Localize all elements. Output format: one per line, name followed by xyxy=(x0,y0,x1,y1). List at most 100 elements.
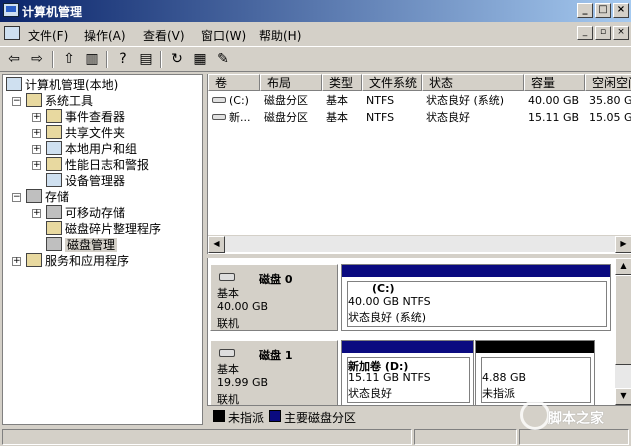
disk-graphical-view: 磁盘 0 基本 40.00 GB 联机 (C:) 40.00 GB NTFS 状… xyxy=(207,258,631,405)
tree-item-storage[interactable]: 存储 xyxy=(26,189,69,205)
column-volume[interactable]: 卷 xyxy=(208,74,260,91)
status-segment xyxy=(414,429,517,445)
storage-icon xyxy=(26,189,42,203)
toolbar-separator xyxy=(52,51,54,68)
column-capacity[interactable]: 容量 xyxy=(524,74,585,91)
defrag-icon xyxy=(46,221,62,235)
column-filesystem[interactable]: 文件系统 xyxy=(362,74,422,91)
help-topics-icon[interactable]: ? xyxy=(113,50,133,69)
forward-icon[interactable]: ⇨ xyxy=(27,50,47,69)
tree-item-disk-defragmenter[interactable]: 磁盘碎片整理程序 xyxy=(46,221,161,237)
scroll-thumb[interactable] xyxy=(615,275,631,365)
minimize-button[interactable]: _ xyxy=(577,3,593,18)
expand-toggle[interactable]: + xyxy=(32,113,41,122)
partition-name: (C:) xyxy=(372,282,395,295)
scroll-left-icon[interactable]: ◀ xyxy=(208,236,225,253)
help-icon[interactable]: ✎ xyxy=(213,50,233,69)
menu-view[interactable]: 查看(V) xyxy=(143,27,185,44)
disk-state: 联机 xyxy=(217,393,239,405)
drive-icon xyxy=(212,114,226,120)
refresh-icon[interactable]: ↻ xyxy=(167,50,187,69)
scroll-up-icon[interactable]: ▲ xyxy=(615,258,631,275)
child-restore-button[interactable]: ▫ xyxy=(595,26,611,40)
menu-window[interactable]: 窗口(W) xyxy=(201,27,246,44)
maximize-button[interactable]: □ xyxy=(595,3,611,18)
legend-swatch-primary xyxy=(269,410,281,422)
expand-toggle[interactable]: + xyxy=(32,209,41,218)
volume-list: 卷 布局 类型 文件系统 状态 容量 空闲空间 (C:) 磁盘分区 基本 NTF… xyxy=(207,74,631,254)
disk-name: 磁盘 1 xyxy=(259,349,293,362)
menu-action[interactable]: 操作(A) xyxy=(84,27,126,44)
expand-toggle[interactable]: + xyxy=(32,161,41,170)
legend-label-primary: 主要磁盘分区 xyxy=(284,411,357,425)
disk-size: 40.00 GB xyxy=(217,300,269,313)
properties-icon[interactable]: ▦ xyxy=(190,50,210,69)
partition-status: 状态良好 xyxy=(348,387,392,400)
show-action-pane-icon[interactable]: ▤ xyxy=(136,50,156,69)
toolbar: ⇦ ⇨ ⇧ ▥ ? ▤ ↻ ▦ ✎ xyxy=(0,46,631,72)
disk-icon xyxy=(219,349,235,357)
watermark-logo xyxy=(520,400,550,430)
child-minimize-button[interactable]: _ xyxy=(577,26,593,40)
tree-item-system-tools[interactable]: 系统工具 xyxy=(26,93,93,109)
expand-toggle[interactable]: + xyxy=(32,145,41,154)
volume-list-header: 卷 布局 类型 文件系统 状态 容量 空闲空间 xyxy=(208,74,631,91)
horizontal-scrollbar[interactable]: ◀ ▶ xyxy=(208,235,631,253)
tree-item-local-users-groups[interactable]: 本地用户和组 xyxy=(46,141,137,157)
column-free-space[interactable]: 空闲空间 xyxy=(585,74,631,91)
partition-c[interactable]: (C:) 40.00 GB NTFS 状态良好 (系统) xyxy=(341,264,611,331)
vertical-scrollbar[interactable]: ▲ ▼ xyxy=(615,258,631,405)
expand-toggle[interactable]: + xyxy=(32,129,41,138)
disk-state: 联机 xyxy=(217,317,239,330)
menu-bar: 文件(F) 操作(A) 查看(V) 窗口(W) 帮助(H) _ ▫ × xyxy=(0,22,631,46)
column-status[interactable]: 状态 xyxy=(422,74,524,91)
scroll-right-icon[interactable]: ▶ xyxy=(615,236,631,253)
disk-0-info[interactable]: 磁盘 0 基本 40.00 GB 联机 xyxy=(210,264,338,331)
volume-row[interactable]: (C:) 磁盘分区 基本 NTFS 状态良好 (系统) 40.00 GB 35.… xyxy=(208,92,631,109)
tree-item-device-manager[interactable]: 设备管理器 xyxy=(46,173,125,189)
disk-kind: 基本 xyxy=(217,287,239,300)
menu-help[interactable]: 帮助(H) xyxy=(259,27,301,44)
computer-management-icon xyxy=(3,3,19,17)
tree-item-shared-folders[interactable]: 共享文件夹 xyxy=(46,125,125,141)
expand-toggle[interactable]: + xyxy=(12,257,21,266)
up-folder-icon[interactable]: ⇧ xyxy=(59,50,79,69)
disk-1-info[interactable]: 磁盘 1 基本 19.99 GB 联机 xyxy=(210,340,338,405)
console-icon[interactable] xyxy=(4,26,20,40)
partition-d[interactable]: 新加卷 (D:) 15.11 GB NTFS 状态良好 xyxy=(341,340,474,405)
tree-item-removable-storage[interactable]: 可移动存储 xyxy=(46,205,125,221)
computer-management-window: 计算机管理 _ □ × 文件(F) 操作(A) 查看(V) 窗口(W) 帮助(H… xyxy=(0,0,631,446)
scroll-down-icon[interactable]: ▼ xyxy=(615,388,631,405)
tree-item-disk-management[interactable]: 磁盘管理 xyxy=(46,237,118,253)
collapse-toggle[interactable]: − xyxy=(12,97,21,106)
child-close-button[interactable]: × xyxy=(613,26,629,40)
tree-item-computer-management[interactable]: 计算机管理(本地) xyxy=(6,77,118,93)
tools-icon xyxy=(26,93,42,107)
disk-kind: 基本 xyxy=(217,363,239,376)
computer-icon xyxy=(6,77,22,91)
volume-row[interactable]: 新... 磁盘分区 基本 NTFS 状态良好 15.11 GB 15.05 GB xyxy=(208,109,631,126)
menu-file[interactable]: 文件(F) xyxy=(28,27,68,44)
disk-size: 19.99 GB xyxy=(217,376,269,389)
collapse-toggle[interactable]: − xyxy=(12,193,21,202)
back-icon[interactable]: ⇦ xyxy=(4,50,24,69)
close-button[interactable]: × xyxy=(613,3,629,18)
tree-item-services-applications[interactable]: 服务和应用程序 xyxy=(26,253,129,269)
title-bar: 计算机管理 _ □ × xyxy=(0,0,631,22)
show-tree-icon[interactable]: ▥ xyxy=(82,50,102,69)
performance-icon xyxy=(46,157,62,171)
event-viewer-icon xyxy=(46,109,62,123)
partition-unallocated[interactable]: 4.88 GB 未指派 xyxy=(475,340,595,405)
column-layout[interactable]: 布局 xyxy=(260,74,322,91)
partition-color-bar xyxy=(476,341,594,353)
details-pane: 卷 布局 类型 文件系统 状态 容量 空闲空间 (C:) 磁盘分区 基本 NTF… xyxy=(207,74,631,425)
partition-color-bar xyxy=(342,265,610,277)
window-title: 计算机管理 xyxy=(22,5,83,19)
legend-swatch-unallocated xyxy=(213,410,225,422)
device-manager-icon xyxy=(46,173,62,187)
column-type[interactable]: 类型 xyxy=(322,74,362,91)
tree-item-event-viewer[interactable]: 事件查看器 xyxy=(46,109,125,125)
disk-icon xyxy=(219,273,235,281)
removable-storage-icon xyxy=(46,205,62,219)
tree-item-performance-logs[interactable]: 性能日志和警报 xyxy=(46,157,149,173)
